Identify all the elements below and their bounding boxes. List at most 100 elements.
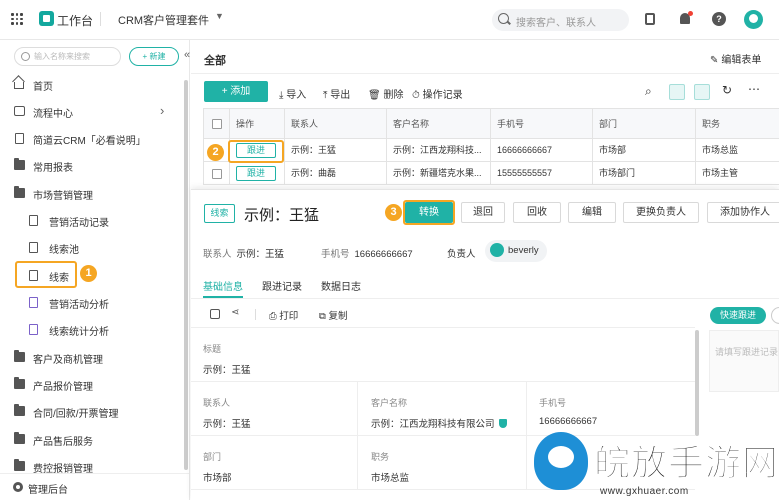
tab-data-log[interactable]: 数据日志 — [321, 278, 361, 293]
change-owner-button[interactable]: 更换负责人 — [623, 202, 699, 223]
home-icon — [14, 82, 24, 89]
quick-follow-toggle[interactable] — [771, 307, 779, 324]
column-header[interactable]: 客户名称 — [387, 109, 491, 138]
sidebar-item-campaign-analysis[interactable]: 营销活动分析 — [0, 289, 183, 315]
sidebar-item-after-sales[interactable]: 产品售后服务 — [0, 426, 183, 452]
operation-log-button[interactable]: ⏱ 操作记录 — [412, 86, 463, 101]
owner-chip[interactable]: beverly — [485, 240, 547, 262]
row-select-cell — [204, 162, 230, 184]
folder-icon — [14, 158, 25, 170]
analysis-icon — [29, 324, 38, 335]
watermark-text: 皖放手游网 — [593, 442, 779, 484]
sidebar-item-crm-guide[interactable]: 简道云CRM「必看说明」 — [0, 125, 183, 151]
sidebar-item-quotes[interactable]: 产品报价管理 — [0, 371, 183, 397]
top-bar: 工作台 CRM客户管理套件 ▼ 搜索客户、联系人 ? — [0, 0, 779, 40]
divider — [100, 12, 101, 26]
record-title: 示例：王猛 — [244, 207, 320, 224]
table-row[interactable]: 跟进 示例：曲磊 示例：新疆塔克水果... 15555555557 市场部门 市… — [204, 162, 779, 185]
column-header[interactable]: 手机号 — [491, 109, 593, 138]
print-button[interactable]: ⎙ 打印 — [269, 308, 298, 322]
apps-grid-icon[interactable] — [11, 13, 23, 25]
folder-icon — [14, 350, 25, 362]
sidebar-item-home[interactable]: 首页 — [0, 71, 183, 97]
chevron-right-icon: › — [160, 103, 165, 118]
search-icon — [498, 13, 509, 24]
operation-cell: 跟进 — [230, 162, 285, 184]
add-collaborator-button[interactable]: 添加协作人 — [707, 202, 779, 223]
sidebar-item-contracts[interactable]: 合同/回款/开票管理 — [0, 398, 183, 424]
detail-scrollbar[interactable] — [695, 330, 699, 436]
table-cell: 示例：江西龙翔科技... — [387, 139, 491, 161]
inbox-icon[interactable] — [645, 13, 655, 25]
image-icon[interactable] — [210, 309, 220, 319]
global-search-input[interactable]: 搜索客户、联系人 — [492, 9, 629, 31]
share-icon[interactable]: ⋖ — [231, 307, 239, 318]
sidebar-item-label: 市场营销管理 — [33, 191, 93, 202]
app-title[interactable]: CRM客户管理套件 — [118, 12, 209, 28]
user-avatar[interactable] — [744, 10, 763, 29]
tab-follow-records[interactable]: 跟进记录 — [262, 278, 302, 293]
sidebar-item-flow-center[interactable]: 流程中心 › — [0, 98, 183, 124]
field-label: 客户名称 — [371, 398, 408, 408]
sidebar-item-label: 首页 — [33, 82, 53, 93]
meta-owner-key: 负责人 — [447, 249, 476, 260]
table-cell: 市场部 — [593, 139, 696, 161]
search-icon — [21, 52, 30, 61]
caret-down-icon[interactable]: ▼ — [215, 11, 224, 21]
view-settings-icon[interactable] — [694, 84, 710, 100]
notification-bell-icon[interactable] — [680, 11, 693, 24]
sidebar-item-label: 费控报销管理 — [33, 464, 93, 473]
refresh-icon[interactable]: ↻ — [722, 83, 732, 97]
row-checkbox[interactable] — [212, 169, 222, 179]
table-header-row: 操作 联系人 客户名称 手机号 部门 职务 — [204, 109, 779, 139]
add-button[interactable]: + 添加 — [204, 81, 268, 102]
sidebar-item-reports[interactable]: 常用报表 — [0, 152, 183, 178]
gear-icon — [13, 482, 23, 492]
tab-basic-info[interactable]: 基础信息 — [203, 278, 243, 293]
column-header[interactable]: 职务 — [696, 109, 779, 138]
sidebar-item-clue-stats[interactable]: 线索统计分析 — [0, 316, 183, 342]
sidebar-item-expenses[interactable]: 费控报销管理 — [0, 453, 183, 473]
meta-phone-key: 手机号 — [321, 249, 350, 260]
document-icon — [15, 133, 24, 144]
search-icon[interactable]: ⌕ — [645, 84, 652, 99]
delete-button[interactable]: 🗑 删除 — [368, 86, 403, 101]
edit-button[interactable]: 编辑 — [568, 202, 616, 223]
sidebar-item-clue-pool[interactable]: 线索池 — [0, 234, 183, 260]
help-icon[interactable]: ? — [712, 12, 726, 26]
more-icon[interactable]: ⋯ — [748, 82, 760, 96]
sidebar-item-label: 产品售后服务 — [33, 437, 93, 448]
quick-follow-textarea[interactable]: 请填写跟进记录 — [709, 330, 779, 392]
sidebar: 输入名称来搜索 + 新建 « 首页 流程中心 › 简道云CRM「必看说明」 常用… — [0, 40, 190, 500]
quick-follow-button[interactable]: 快速跟进 — [710, 307, 766, 324]
column-header[interactable]: 部门 — [593, 109, 696, 138]
edit-form-button[interactable]: 编辑表单 — [710, 51, 761, 66]
import-label: 导入 — [286, 90, 307, 101]
select-all-checkbox[interactable] — [212, 119, 222, 129]
import-button[interactable]: ⤓ 导入 — [279, 86, 306, 101]
meta-contact-value: 示例：王猛 — [236, 249, 285, 260]
new-button[interactable]: + 新建 — [129, 47, 179, 66]
sidebar-search-input[interactable]: 输入名称来搜索 — [14, 47, 121, 66]
sidebar-item-marketing[interactable]: 市场营销管理 — [0, 180, 183, 206]
divider — [191, 381, 695, 382]
admin-link[interactable]: 管理后台 — [0, 473, 189, 500]
table-row[interactable]: 跟进 示例：王猛 示例：江西龙翔科技... 16666666667 市场部 市场… — [204, 139, 779, 162]
sidebar-scrollbar[interactable] — [184, 80, 188, 470]
collapse-sidebar-icon[interactable]: « — [184, 49, 190, 61]
field-contact: 联系人 示例：王猛 — [203, 396, 251, 430]
follow-up-button[interactable]: 跟进 — [236, 166, 276, 181]
return-button[interactable]: 退回 — [461, 202, 505, 223]
export-button[interactable]: ⤒ 导出 — [323, 86, 350, 101]
customer-name[interactable]: 示例：江西龙翔科技有限公司 — [371, 419, 495, 430]
quick-follow-placeholder: 请填写跟进记录 — [715, 347, 779, 357]
copy-button[interactable]: ⧉ 复制 — [319, 308, 347, 322]
workspace-link[interactable]: 工作台 — [57, 12, 93, 29]
filter-icon[interactable] — [669, 84, 685, 100]
record-type-tag: 线索 — [204, 204, 235, 223]
recycle-button[interactable]: 回收 — [513, 202, 561, 223]
column-header[interactable]: 联系人 — [285, 109, 387, 138]
sidebar-item-customers[interactable]: 客户及商机管理 — [0, 344, 183, 370]
sidebar-item-campaign-records[interactable]: 营销活动记录 — [0, 207, 183, 233]
watermark: 皖放手游网 www.gxhuaer.com — [528, 432, 779, 500]
